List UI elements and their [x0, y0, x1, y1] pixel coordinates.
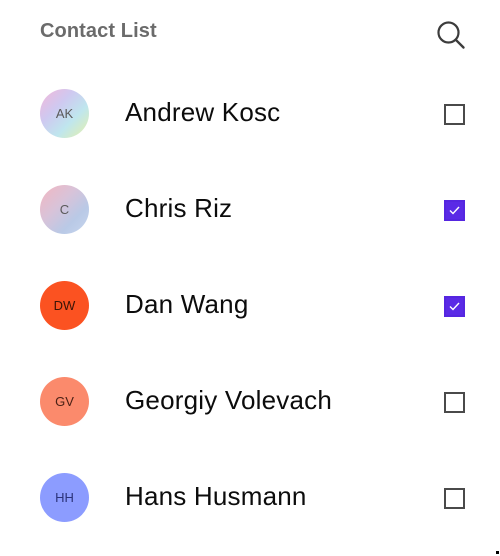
contact-checkbox[interactable]: [444, 488, 465, 509]
avatar: GV: [40, 377, 89, 426]
contact-row[interactable]: GV Georgiy Volevach: [0, 354, 500, 450]
contact-checkbox[interactable]: [444, 200, 465, 221]
contact-name: Chris Riz: [125, 193, 233, 223]
avatar-initials: C: [59, 202, 70, 217]
checkmark-icon: [449, 202, 460, 220]
contact-name: Georgiy Volevach: [125, 385, 332, 415]
contact-name: Dan Wang: [125, 289, 249, 319]
avatar-initials: HH: [55, 490, 74, 505]
header: Contact List: [0, 0, 500, 70]
contact-checkbox[interactable]: [444, 296, 465, 317]
corner-dot: [496, 551, 499, 554]
contact-row[interactable]: HH Hans Husmann: [0, 450, 500, 546]
contact-row[interactable]: AK Andrew Kosc: [0, 66, 500, 162]
page-title: Contact List: [40, 20, 157, 42]
contact-checkbox[interactable]: [444, 392, 465, 413]
avatar: DW: [40, 281, 89, 330]
avatar-initials: GV: [55, 394, 74, 409]
contact-name: Andrew Kosc: [125, 97, 281, 127]
avatar: HH: [40, 473, 89, 522]
avatar: C: [40, 185, 89, 234]
checkmark-icon: [449, 298, 460, 316]
contact-checkbox[interactable]: [444, 104, 465, 125]
search-icon: [435, 19, 467, 56]
search-button[interactable]: [434, 20, 468, 54]
contact-row[interactable]: C Chris Riz: [0, 162, 500, 258]
contact-row[interactable]: DW Dan Wang: [0, 258, 500, 354]
avatar: AK: [40, 89, 89, 138]
contact-name: Hans Husmann: [125, 481, 307, 511]
avatar-initials: DW: [53, 298, 76, 313]
avatar-initials: AK: [55, 106, 74, 121]
